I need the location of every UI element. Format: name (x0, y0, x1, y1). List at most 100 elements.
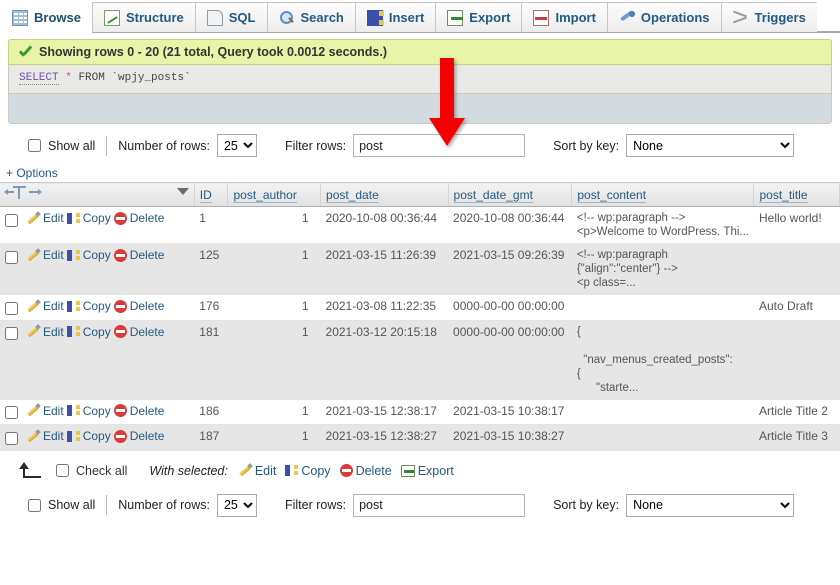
bulk-edit-button[interactable]: Edit (239, 464, 277, 478)
row-edit-button[interactable]: Edit (27, 248, 64, 262)
row-copy-label: Copy (82, 211, 111, 225)
row-edit-button[interactable]: Edit (27, 429, 64, 443)
row-edit-label: Edit (43, 324, 64, 339)
cell-post_title: Auto Draft (753, 294, 840, 321)
copy-icon (66, 404, 80, 417)
table-navigation-icon[interactable] (4, 186, 51, 200)
sql-table-name: `wpjy_posts` (111, 72, 191, 84)
row-actions-cell: Edit Copy Delete (0, 243, 195, 295)
row-copy-button[interactable]: Copy (66, 299, 111, 313)
cell-post_date: 2021-03-15 12:38:27 (320, 424, 449, 451)
row-select-checkbox[interactable] (5, 327, 18, 340)
delete-circle-icon (113, 299, 127, 313)
tab-export[interactable]: Export (435, 2, 522, 33)
cell-post_date: 2020-10-08 00:36:44 (320, 206, 449, 244)
column-header-post_title[interactable]: post_title (753, 182, 840, 207)
row-delete-button[interactable]: Delete (113, 325, 164, 339)
bulk-copy-button[interactable]: Copy (285, 464, 331, 478)
chevron-down-icon[interactable] (176, 188, 189, 195)
row-select-checkbox[interactable] (5, 213, 18, 227)
cell-post_title: Article Title 2 (753, 399, 840, 425)
tab-browse[interactable]: Browse (0, 2, 92, 33)
column-header-post_content[interactable]: post_content (571, 182, 755, 207)
edit-pencil-icon (27, 212, 40, 225)
sort-by-key-select-bottom[interactable]: None (626, 493, 795, 517)
cell-post_content: <!-- wp:paragraph --> <p>Welcome to WordP… (571, 206, 754, 244)
filter-rows-input[interactable] (353, 134, 526, 157)
tab-sql[interactable]: SQL (194, 2, 267, 33)
number-of-rows-select-bottom[interactable]: 25 (216, 493, 257, 517)
tab-structure[interactable]: Structure (91, 2, 195, 33)
row-edit-button[interactable]: Edit (27, 299, 64, 313)
options-toggle[interactable]: + Options (0, 157, 840, 182)
cell-post_author: 1 (227, 320, 321, 400)
tab-triggers[interactable]: Triggers (720, 2, 817, 33)
delete-circle-icon (113, 211, 127, 225)
copy-icon (66, 300, 80, 313)
row-copy-button[interactable]: Copy (66, 248, 111, 262)
row-copy-button[interactable]: Copy (66, 211, 111, 225)
row-edit-label: Edit (43, 248, 64, 262)
row-delete-button[interactable]: Delete (113, 299, 164, 313)
number-of-rows-label-bottom: Number of rows: (118, 498, 210, 512)
row-select-checkbox[interactable] (5, 301, 18, 315)
tab-label: Export (469, 10, 511, 25)
tab-operations[interactable]: Operations (606, 2, 721, 33)
cell-id: 181 (194, 320, 228, 400)
row-copy-label: Copy (82, 324, 111, 339)
row-edit-button[interactable]: Edit (27, 404, 64, 418)
results-body: Edit Copy Delete 1 1 2020-10-08 00:36:44 2020-… (0, 206, 840, 451)
row-edit-label: Edit (43, 403, 64, 418)
row-actions-cell: Edit Copy Delete (0, 320, 195, 400)
tab-label: SQL (228, 10, 256, 25)
tab-label: Import (555, 10, 596, 25)
bulk-delete-button[interactable]: Delete (339, 464, 392, 478)
tab-search[interactable]: Search (266, 2, 355, 33)
cell-post_date: 2021-03-12 20:15:18 (320, 320, 449, 400)
row-select-checkbox[interactable] (5, 406, 18, 419)
edit-pencil-icon (27, 430, 40, 443)
row-edit-button[interactable]: Edit (27, 211, 64, 225)
bulk-export-button[interactable]: Export (400, 464, 454, 478)
column-header-post_date[interactable]: post_date (320, 182, 449, 207)
filter-rows-label-bottom: Filter rows: (284, 498, 347, 512)
column-label: ID (199, 187, 212, 203)
results-table: ID post_author post_date post_date_gmt p… (0, 182, 840, 451)
table-row: Edit Copy Delete 1 1 2020-10-08 00:36:44 2020-… (0, 206, 840, 244)
row-delete-button[interactable]: Delete (113, 429, 164, 443)
row-delete-button[interactable]: Delete (113, 248, 164, 262)
sort-by-key-group: Sort by key: None (553, 134, 795, 157)
column-header-id[interactable]: ID (194, 182, 229, 207)
row-copy-button[interactable]: Copy (66, 404, 111, 418)
search-icon (279, 10, 295, 26)
tab-insert[interactable]: Insert (354, 2, 436, 33)
tab-import[interactable]: Import (521, 2, 607, 33)
filter-rows-input-bottom[interactable] (353, 493, 526, 517)
row-select-checkbox[interactable] (5, 431, 18, 445)
sort-by-key-select[interactable]: None (626, 134, 795, 157)
column-header-actions (0, 182, 195, 207)
check-all-checkbox[interactable] (56, 464, 69, 477)
show-all-checkbox[interactable] (28, 139, 41, 152)
show-all-checkbox-bottom[interactable] (28, 498, 41, 512)
number-of-rows-select[interactable]: 25 (216, 134, 257, 157)
sql-query-display[interactable]: SELECT * FROM `wpjy_posts` (8, 65, 832, 94)
column-header-post_date_gmt[interactable]: post_date_gmt (448, 182, 573, 207)
arrow-up-left-icon[interactable] (18, 461, 44, 480)
delete-circle-icon (339, 464, 353, 477)
row-delete-button[interactable]: Delete (113, 211, 164, 225)
copy-icon (66, 212, 80, 225)
export-icon (400, 464, 415, 477)
options-link[interactable]: + Options (6, 166, 58, 180)
row-delete-button[interactable]: Delete (113, 404, 164, 418)
cell-id: 186 (194, 399, 228, 425)
row-copy-button[interactable]: Copy (66, 324, 111, 339)
main-tab-bar: Browse Structure SQL Search Insert Expor… (0, 0, 840, 33)
row-select-checkbox[interactable] (5, 250, 18, 264)
bulk-edit-label: Edit (254, 463, 277, 478)
row-edit-button[interactable]: Edit (27, 325, 64, 339)
tab-label: Structure (125, 10, 184, 25)
column-header-post_author[interactable]: post_author (227, 182, 322, 207)
row-copy-button[interactable]: Copy (66, 429, 111, 443)
cell-post_title: Article Title 3 (753, 424, 840, 451)
